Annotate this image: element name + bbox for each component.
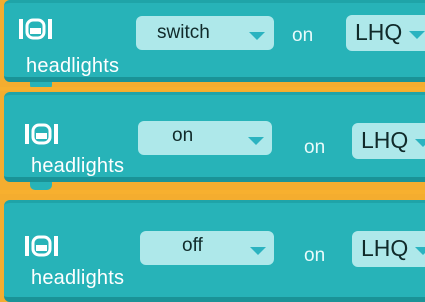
block-separator: [0, 87, 425, 91]
device-label: headlights: [31, 267, 125, 289]
connector-label: on: [304, 137, 326, 158]
device-label: headlights: [26, 55, 120, 77]
target-dropdown[interactable]: LHQ: [352, 123, 425, 159]
headlight-icon: [24, 123, 60, 145]
chevron-down-icon: [249, 32, 265, 40]
connector-label: on: [292, 25, 314, 46]
action-dropdown[interactable]: off: [140, 231, 274, 265]
target-value: LHQ: [355, 19, 403, 45]
chevron-down-icon: [415, 247, 425, 255]
action-dropdown[interactable]: switch: [136, 16, 274, 50]
headlight-icon: [18, 18, 54, 40]
headlight-icon: [24, 235, 60, 257]
headlights-block-2[interactable]: on on LHQ headlights: [4, 92, 425, 182]
connector-label: on: [304, 245, 326, 266]
target-value: LHQ: [361, 127, 409, 153]
target-value: LHQ: [361, 235, 409, 261]
action-value: on: [172, 125, 194, 146]
block-separator: [0, 190, 425, 194]
target-dropdown[interactable]: LHQ: [352, 231, 425, 267]
block-connector-notch: [30, 182, 52, 190]
chevron-down-icon: [415, 139, 425, 147]
chevron-down-icon: [248, 137, 264, 145]
target-dropdown[interactable]: LHQ: [346, 15, 425, 51]
chevron-down-icon: [250, 247, 266, 255]
headlights-block-3[interactable]: off on LHQ headlights: [4, 200, 425, 302]
action-value: off: [182, 235, 203, 256]
headlights-block-1[interactable]: switch on LHQ headlights: [4, 0, 425, 82]
device-label: headlights: [31, 155, 125, 177]
chevron-down-icon: [409, 31, 425, 39]
action-dropdown[interactable]: on: [138, 121, 272, 155]
action-value: switch: [157, 22, 210, 43]
